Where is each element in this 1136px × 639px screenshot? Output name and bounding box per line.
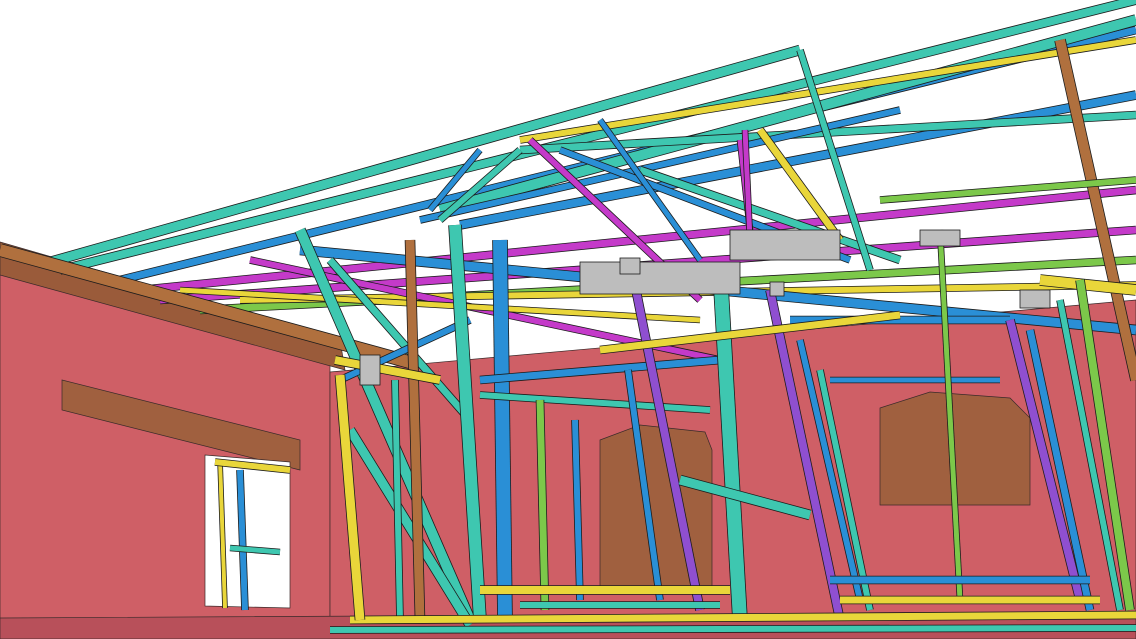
connector-block	[359, 354, 381, 386]
steel-frame-rendering	[0, 0, 1136, 639]
structural-member	[493, 239, 512, 621]
structural-member	[349, 611, 1136, 624]
connector-block	[729, 229, 841, 261]
structural-member	[59, 0, 1136, 274]
structural-member	[536, 399, 549, 611]
3d-model-viewport[interactable]	[0, 0, 1136, 639]
connector-block	[1019, 289, 1051, 309]
connector-block	[769, 281, 785, 297]
connector-block	[919, 229, 961, 247]
connector-block	[619, 257, 641, 275]
structural-member	[329, 625, 1136, 633]
connector-block	[579, 261, 741, 295]
